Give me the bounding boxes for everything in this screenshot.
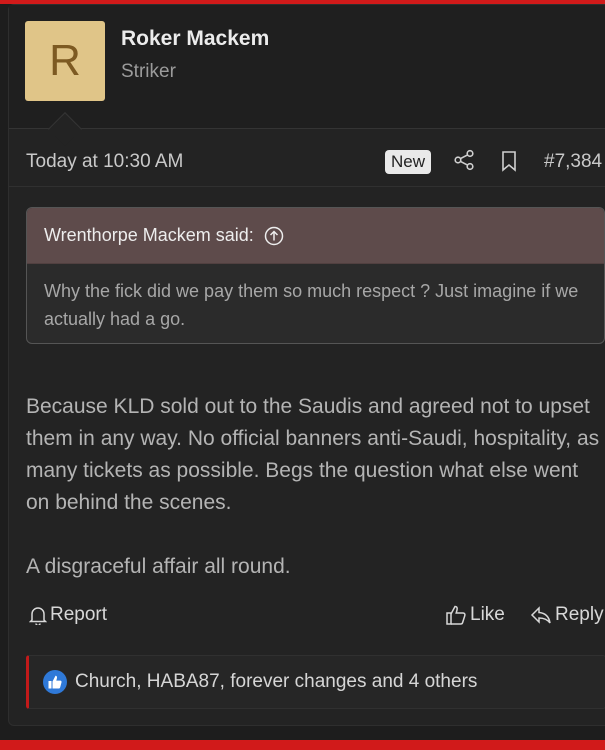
message-paragraph: A disgraceful affair all round. [26, 555, 291, 578]
forum-post: R Roker Mackem Striker Today at 10:30 AM… [8, 4, 605, 726]
bottom-accent-bar [0, 740, 605, 750]
username[interactable]: Roker Mackem [121, 27, 269, 51]
reply-button[interactable]: Reply [530, 604, 604, 626]
like-button[interactable]: Like [445, 604, 505, 626]
report-label: Report [50, 604, 108, 625]
bookmark-icon[interactable] [499, 150, 519, 172]
post-actions: Report Like Reply [9, 601, 605, 633]
post-timestamp[interactable]: Today at 10:30 AM [26, 151, 183, 173]
new-badge: New [385, 150, 432, 174]
thumbs-up-icon [446, 605, 466, 625]
post-number[interactable]: #7,384 [544, 151, 602, 173]
reply-label: Reply [555, 604, 604, 625]
share-icon[interactable] [453, 149, 475, 171]
report-button[interactable]: Report [29, 604, 107, 626]
quote-text: Why the fick did we pay them so much res… [44, 281, 579, 329]
reactions-bar[interactable]: Church, HABA87, forever changes and 4 ot… [26, 655, 605, 709]
avatar-letter: R [49, 36, 81, 85]
quote-block: Wrenthorpe Mackem said: Why the fick did… [26, 207, 605, 344]
post-user-header: R Roker Mackem Striker [9, 5, 605, 146]
user-title: Striker [121, 61, 176, 82]
reaction-users[interactable]: Church, HABA87, forever changes and 4 ot… [75, 671, 477, 693]
post-meta-row: Today at 10:30 AM New #7,384 [9, 139, 605, 187]
message-paragraph: Because KLD sold out to the Saudis and a… [26, 395, 600, 514]
avatar[interactable]: R [25, 21, 105, 101]
like-label: Like [470, 604, 505, 625]
quote-header[interactable]: Wrenthorpe Mackem said: [27, 208, 604, 264]
like-reaction-icon [43, 670, 67, 694]
bell-icon [29, 607, 47, 625]
post-message: Because KLD sold out to the Saudis and a… [26, 391, 601, 583]
arrow-up-circle-icon[interactable] [264, 226, 284, 246]
quote-author[interactable]: Wrenthorpe Mackem said: [44, 225, 254, 246]
reply-arrow-icon [530, 606, 551, 624]
